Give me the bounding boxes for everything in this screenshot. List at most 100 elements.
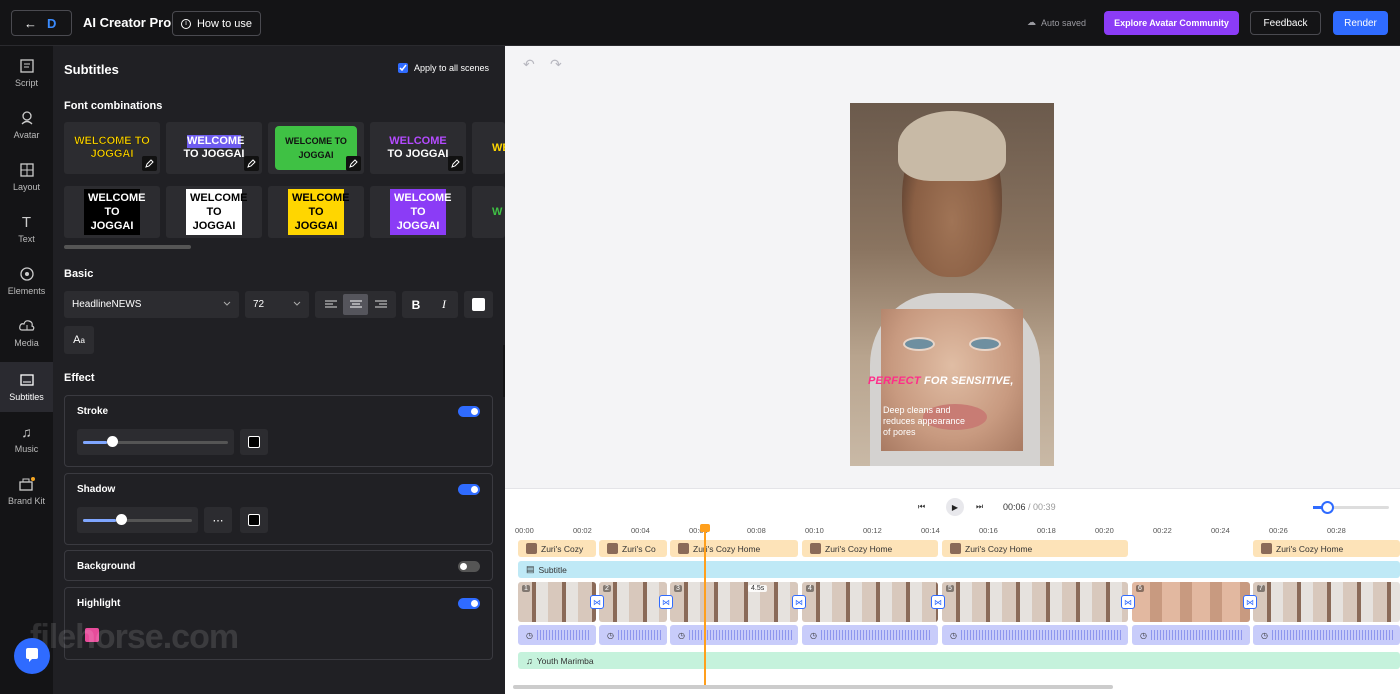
font-combination-card[interactable]: WELCOME TO JOGGAI xyxy=(370,122,466,174)
shadow-color-button[interactable] xyxy=(240,507,268,533)
background-toggle[interactable] xyxy=(458,561,480,572)
transition-icon[interactable]: ⋈ xyxy=(659,595,673,609)
playhead[interactable] xyxy=(700,524,710,686)
bold-icon[interactable]: B xyxy=(402,291,430,318)
redo-icon[interactable]: ↷ xyxy=(550,56,562,73)
text-color-button[interactable] xyxy=(464,291,493,318)
apply-all-checkbox[interactable]: Apply to all scenes xyxy=(398,63,489,73)
font-combination-card[interactable]: WE xyxy=(472,122,505,174)
video-clip[interactable]: 1 xyxy=(518,582,596,622)
nav-avatar[interactable]: Avatar xyxy=(0,100,53,150)
scene-block[interactable]: Zuri's Cozy Home xyxy=(802,540,938,557)
undo-icon[interactable]: ↶ xyxy=(523,56,535,73)
nav-script[interactable]: Script xyxy=(0,48,53,98)
font-size-value: 72 xyxy=(253,299,265,310)
transition-icon[interactable]: ⋈ xyxy=(1121,595,1135,609)
avatar-icon xyxy=(19,110,35,126)
transition-icon[interactable]: ⋈ xyxy=(792,595,806,609)
timeline-scrollbar[interactable] xyxy=(513,685,1113,689)
font-combinations-scrollbar[interactable] xyxy=(64,245,191,249)
transition-icon[interactable]: ⋈ xyxy=(931,595,945,609)
scene-label: Zuri's Cozy Home xyxy=(825,543,893,554)
voice-audio-clip[interactable]: ◷ xyxy=(802,625,938,645)
voice-audio-clip[interactable]: ◷ xyxy=(670,625,798,645)
music-track[interactable]: ♫ Youth Marimba xyxy=(518,652,1400,669)
scene-block[interactable]: Zuri's Co xyxy=(599,540,667,557)
font-family-select[interactable]: HeadlineNEWS xyxy=(64,291,239,318)
slider-knob[interactable] xyxy=(107,436,118,447)
font-combination-card[interactable]: WELCOME TO JOGGAI xyxy=(166,122,262,174)
font-combination-card[interactable]: WELCOME TO JOGGAI xyxy=(166,186,262,238)
font-combination-card[interactable]: W xyxy=(472,186,505,238)
timeline-zoom-slider[interactable] xyxy=(1313,501,1389,514)
scene-block[interactable]: Zuri's Cozy Home xyxy=(942,540,1128,557)
scene-block[interactable]: Zuri's Cozy xyxy=(518,540,596,557)
render-button[interactable]: Render xyxy=(1333,11,1388,35)
text-case-button[interactable]: Aa xyxy=(64,326,94,354)
video-preview[interactable]: PERFECT FOR SENSITIVE, Deep cleans and r… xyxy=(850,103,1054,466)
explore-avatar-community-button[interactable]: Explore Avatar Community xyxy=(1104,11,1239,35)
shadow-more-button[interactable]: ⋯ xyxy=(204,507,232,533)
slider-knob[interactable] xyxy=(116,514,127,525)
edit-icon[interactable] xyxy=(244,156,259,171)
voice-audio-clip[interactable]: ◷ xyxy=(599,625,667,645)
skip-back-icon[interactable]: ⏮ xyxy=(918,502,925,512)
font-combination-card[interactable]: WELCOME TO JOGGAI xyxy=(268,186,364,238)
transition-icon[interactable]: ⋈ xyxy=(1243,595,1257,609)
shadow-toggle[interactable] xyxy=(458,484,480,495)
font-size-select[interactable]: 72 xyxy=(245,291,309,318)
align-right-icon[interactable] xyxy=(368,291,393,318)
font-combination-card[interactable]: WELCOME TO JOGGAI xyxy=(370,186,466,238)
voice-audio-clip[interactable]: ◷ xyxy=(1132,625,1250,645)
nav-text[interactable]: T Text xyxy=(0,204,53,254)
video-clip[interactable]: 3 4.5s xyxy=(670,582,798,622)
feedback-button[interactable]: Feedback xyxy=(1250,11,1321,35)
auto-saved-status: ☁ Auto saved xyxy=(1027,17,1086,28)
nav-music[interactable]: ♫ Music xyxy=(0,414,53,464)
clip-duration: 4.5s xyxy=(748,585,768,592)
align-left-icon[interactable] xyxy=(318,291,343,318)
edit-icon[interactable] xyxy=(448,156,463,171)
nav-layout[interactable]: Layout xyxy=(0,152,53,202)
nav-brand-kit[interactable]: Brand Kit xyxy=(0,466,53,516)
back-button[interactable]: ← D xyxy=(11,10,72,36)
video-clip[interactable]: 6 xyxy=(1132,582,1250,622)
subtitle-caption[interactable]: PERFECT FOR SENSITIVE, xyxy=(868,375,1014,387)
highlight-toggle[interactable] xyxy=(458,598,480,609)
video-clip[interactable]: 2 xyxy=(599,582,667,622)
voice-audio-clip[interactable]: ◷ xyxy=(1253,625,1400,645)
nav-elements[interactable]: Elements xyxy=(0,256,53,306)
stroke-width-slider[interactable] xyxy=(77,429,234,455)
font-combination-card[interactable]: WELCOME TO JOGGAI xyxy=(268,122,364,174)
font-combination-card[interactable]: WELCOME TO JOGGAI xyxy=(64,122,160,174)
color-swatch xyxy=(472,298,485,311)
nav-subtitles[interactable]: Subtitles xyxy=(0,362,53,412)
align-center-icon[interactable] xyxy=(343,294,368,315)
edit-icon[interactable] xyxy=(346,156,361,171)
italic-icon[interactable]: I xyxy=(430,291,458,318)
chat-support-button[interactable] xyxy=(14,638,50,674)
stroke-color-button[interactable] xyxy=(240,429,268,455)
slider-knob[interactable] xyxy=(1321,501,1334,514)
scene-block[interactable]: Zuri's Cozy Home xyxy=(670,540,798,557)
subtitle-track[interactable]: ▤ Subtitle xyxy=(518,561,1400,578)
shadow-slider[interactable] xyxy=(77,507,198,533)
play-button[interactable]: ▶ xyxy=(946,498,964,516)
scene-block[interactable]: Zuri's Cozy Home xyxy=(1253,540,1400,557)
voice-audio-clip[interactable]: ◷ xyxy=(942,625,1128,645)
font-combination-card[interactable]: WELCOME TO JOGGAI xyxy=(64,186,160,238)
play-icon: ▶ xyxy=(951,502,959,512)
basic-heading: Basic xyxy=(64,268,94,280)
video-clip[interactable]: 7 xyxy=(1253,582,1400,622)
text-icon: T xyxy=(21,213,32,231)
voice-audio-clip[interactable]: ◷ xyxy=(518,625,596,645)
video-clip[interactable]: 5 xyxy=(942,582,1128,622)
video-clip[interactable]: 4 xyxy=(802,582,938,622)
overlay-text[interactable]: Deep cleans and reduces appearance of po… xyxy=(883,405,973,438)
stroke-toggle[interactable] xyxy=(458,406,480,417)
edit-icon[interactable] xyxy=(142,156,157,171)
skip-forward-icon[interactable]: ⏭ xyxy=(976,502,983,512)
how-to-use-button[interactable]: i How to use xyxy=(172,11,261,36)
nav-media[interactable]: Media xyxy=(0,308,53,358)
transition-icon[interactable]: ⋈ xyxy=(590,595,604,609)
